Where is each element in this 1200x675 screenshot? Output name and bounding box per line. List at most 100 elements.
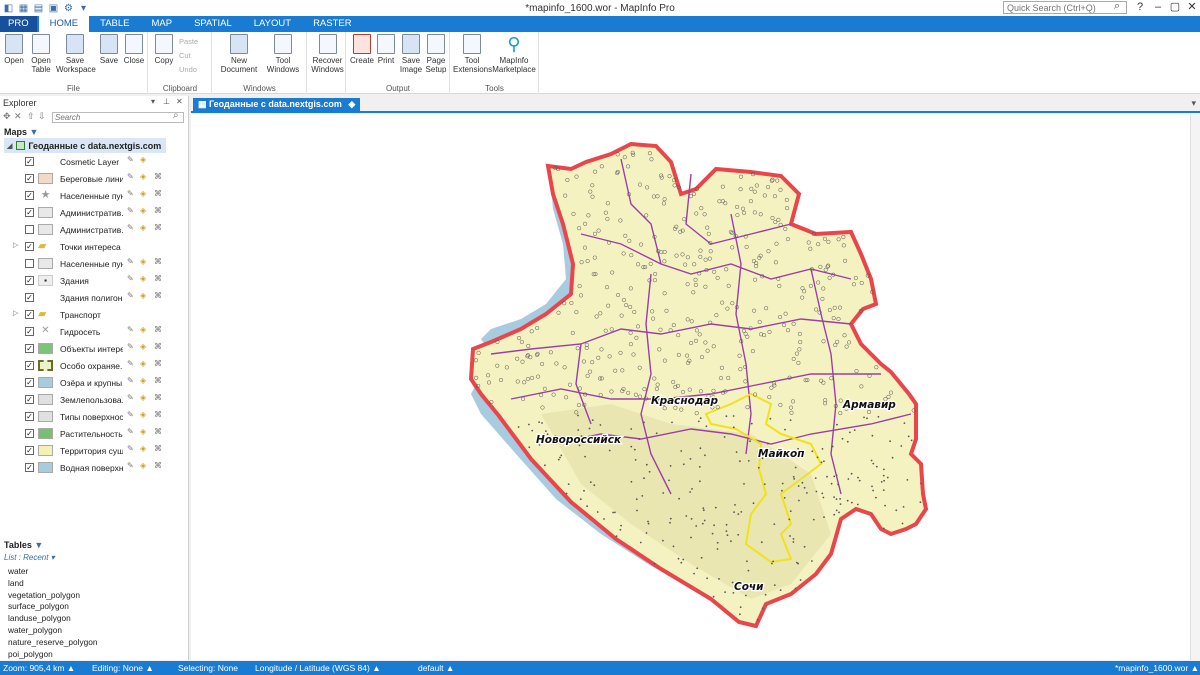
- layer-visibility-checkbox[interactable]: [25, 259, 34, 268]
- layer-visibility-checkbox[interactable]: ✓: [25, 174, 34, 183]
- layer-visibility-checkbox[interactable]: ✓: [25, 429, 34, 438]
- page-setup-button[interactable]: Page Setup: [422, 34, 450, 74]
- edit-icon[interactable]: ✎: [127, 461, 134, 470]
- layer-row[interactable]: ✓ Cosmetic Layer ✎ ◈: [0, 153, 188, 170]
- selectable-icon[interactable]: ◈: [140, 444, 146, 453]
- map-node[interactable]: ◢ Геоданные с data.nextgis.com: [4, 138, 166, 153]
- edit-icon[interactable]: ✎: [127, 291, 134, 300]
- edit-icon[interactable]: ✎: [127, 325, 134, 334]
- layer-style-icon[interactable]: [38, 343, 53, 354]
- selectable-icon[interactable]: ◈: [140, 461, 146, 470]
- zoom-status[interactable]: Zoom: 905,4 km ▲: [3, 663, 75, 673]
- layer-visibility-checkbox[interactable]: ✓: [25, 378, 34, 387]
- layer-row[interactable]: ✓ Береговые линии ✎ ◈ ⌘: [0, 170, 188, 187]
- layer-visibility-checkbox[interactable]: ✓: [25, 463, 34, 472]
- explorer-search-input[interactable]: [52, 112, 184, 123]
- layer-row[interactable]: Населенные пун... ✎ ◈ ⌘: [0, 255, 188, 272]
- layer-row[interactable]: ✓ Территория суши ✎ ◈ ⌘: [0, 442, 188, 459]
- dot-icon[interactable]: ▪: [38, 275, 53, 286]
- edit-icon[interactable]: ✎: [127, 359, 134, 368]
- selectable-icon[interactable]: ◈: [140, 410, 146, 419]
- new-document-button[interactable]: New Document: [219, 34, 259, 74]
- layer-row[interactable]: Административ... ✎ ◈ ⌘: [0, 221, 188, 238]
- expand-icon[interactable]: ▷: [13, 241, 18, 249]
- layer-style-icon[interactable]: [38, 360, 53, 371]
- edit-icon[interactable]: ✎: [127, 172, 134, 181]
- selectable-icon[interactable]: ◈: [140, 189, 146, 198]
- save-workspace-button[interactable]: Save Workspace: [56, 34, 96, 74]
- selectable-icon[interactable]: ◈: [140, 342, 146, 351]
- layer-visibility-checkbox[interactable]: ✓: [25, 208, 34, 217]
- dropdown-icon[interactable]: ▾: [78, 3, 89, 14]
- label-icon[interactable]: ⌘: [154, 274, 162, 283]
- layer-row[interactable]: ✓ Землепользова... ✎ ◈ ⌘: [0, 391, 188, 408]
- tab-pin-icon[interactable]: ◈: [348, 99, 355, 109]
- remove-icon[interactable]: ✕: [14, 111, 22, 122]
- quick-search-input[interactable]: [1003, 1, 1127, 14]
- layer-row[interactable]: ▷ ✓ ▰ Точки интереса: [0, 238, 188, 255]
- open-table-button[interactable]: Open Table: [27, 34, 55, 74]
- label-icon[interactable]: ⌘: [154, 223, 162, 232]
- tab-spatial[interactable]: SPATIAL: [183, 16, 243, 32]
- layer-visibility-checkbox[interactable]: ✓: [25, 276, 34, 285]
- label-icon[interactable]: ⌘: [154, 393, 162, 402]
- layer-style-icon[interactable]: [38, 224, 53, 235]
- layer-visibility-checkbox[interactable]: ✓: [25, 327, 34, 336]
- label-icon[interactable]: ⌘: [154, 359, 162, 368]
- collapse-icon[interactable]: ◢: [7, 142, 12, 150]
- edit-icon[interactable]: ✎: [127, 376, 134, 385]
- label-icon[interactable]: ⌘: [154, 342, 162, 351]
- label-icon[interactable]: ⌘: [154, 189, 162, 198]
- layer-visibility-checkbox[interactable]: ✓: [25, 157, 34, 166]
- label-icon[interactable]: ⌘: [154, 427, 162, 436]
- tab-layout[interactable]: LAYOUT: [243, 16, 302, 32]
- table-list-item[interactable]: water: [8, 566, 97, 578]
- mapinfo-marketplace-button[interactable]: ⚲ MapInfo Marketplace: [492, 34, 536, 74]
- edit-icon[interactable]: ✎: [127, 393, 134, 402]
- table-list-item[interactable]: vegetation_polygon: [8, 590, 97, 602]
- search-icon[interactable]: ⌕: [173, 110, 179, 121]
- table-list-item[interactable]: land: [8, 578, 97, 590]
- layer-row[interactable]: ✓ Административ... ✎ ◈ ⌘: [0, 204, 188, 221]
- tool-windows-button[interactable]: Tool Windows: [263, 34, 303, 74]
- recover-windows-button[interactable]: Recover Windows: [311, 34, 344, 74]
- tables-list-mode[interactable]: List : Recent ▾: [4, 553, 55, 562]
- minimize-button[interactable]: –: [1149, 0, 1167, 14]
- layer-row[interactable]: ✓ Озёра и крупны... ✎ ◈ ⌘: [0, 374, 188, 391]
- layer-visibility-checkbox[interactable]: ✓: [25, 446, 34, 455]
- layer-visibility-checkbox[interactable]: ✓: [25, 191, 34, 200]
- table-list-item[interactable]: nature_reserve_polygon: [8, 637, 97, 649]
- selectable-icon[interactable]: ◈: [140, 359, 146, 368]
- tab-list-icon[interactable]: ▾: [1191, 98, 1196, 109]
- print-button[interactable]: Print: [372, 34, 400, 65]
- tab-pro[interactable]: PRO: [0, 16, 37, 32]
- layer-row[interactable]: ✓ Водная поверхн... ✎ ◈ ⌘: [0, 459, 188, 476]
- layer-visibility-checkbox[interactable]: ✓: [25, 344, 34, 353]
- map-canvas[interactable]: Краснодар Армавир Новороссийск Майкоп Со…: [191, 114, 1200, 660]
- table-list-item[interactable]: landuse_polygon: [8, 613, 97, 625]
- layer-visibility-checkbox[interactable]: ✓: [25, 395, 34, 404]
- selectable-icon[interactable]: ◈: [140, 325, 146, 334]
- layer-row[interactable]: ✓ Типы поверхнос... ✎ ◈ ⌘: [0, 408, 188, 425]
- panel-menu-icon[interactable]: ▾: [151, 97, 155, 106]
- edit-icon[interactable]: ✎: [127, 342, 134, 351]
- edit-icon[interactable]: ✎: [127, 444, 134, 453]
- table-list-item[interactable]: poi_polygon: [8, 649, 97, 661]
- layer-style-icon[interactable]: [38, 292, 53, 303]
- save-button[interactable]: Save: [95, 34, 123, 65]
- selectable-icon[interactable]: ◈: [140, 223, 146, 232]
- help-icon[interactable]: ?: [1131, 0, 1149, 14]
- edit-icon[interactable]: ✎: [127, 189, 134, 198]
- map-view[interactable]: Краснодар Армавир Новороссийск Майкоп Со…: [191, 114, 1200, 660]
- layer-row[interactable]: ✓ ✕ Гидросеть ✎ ◈ ⌘: [0, 323, 188, 340]
- folder-icon[interactable]: ▰: [38, 241, 53, 252]
- layer-style-icon[interactable]: [38, 462, 53, 473]
- label-icon[interactable]: ⌘: [154, 376, 162, 385]
- close-panel-icon[interactable]: ✕: [176, 97, 183, 106]
- undo-button[interactable]: Undo: [179, 65, 197, 74]
- style-status[interactable]: default ▲: [418, 663, 454, 673]
- add-icon[interactable]: ✥: [3, 111, 11, 122]
- maps-section[interactable]: Maps ▼: [0, 125, 188, 138]
- layer-row[interactable]: ✓ Здания полигоны ✎ ◈ ⌘: [0, 289, 188, 306]
- label-icon[interactable]: ⌘: [154, 461, 162, 470]
